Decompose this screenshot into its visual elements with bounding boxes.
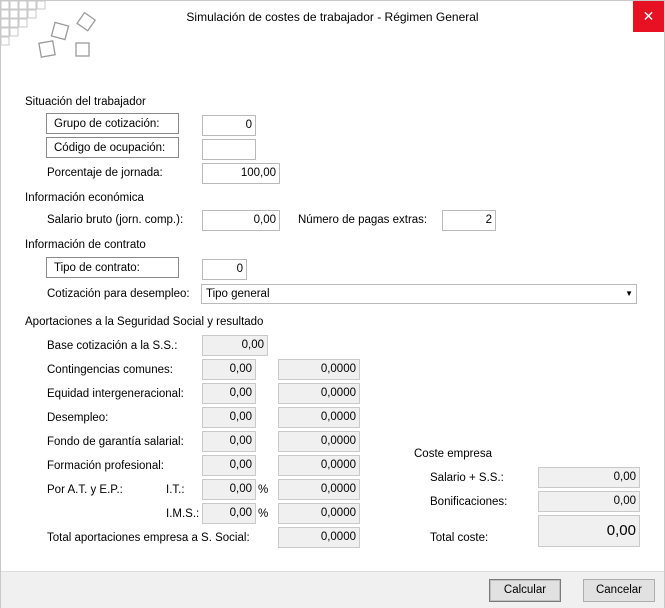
grupo-cotizacion-button[interactable]: Grupo de cotización: <box>46 113 179 134</box>
it-amount: 0,0000 <box>278 479 360 500</box>
it-label: I.T.: <box>166 484 185 496</box>
close-icon: ✕ <box>642 8 655 24</box>
salario-bruto-label: Salario bruto (jorn. comp.): <box>47 214 184 226</box>
ss-row-amount: 0,0000 <box>278 431 360 452</box>
tipo-contrato-button[interactable]: Tipo de contrato: <box>46 257 179 278</box>
ss-row-label: Contingencias comunes: <box>47 364 173 376</box>
section-worker: Situación del trabajador <box>25 96 146 108</box>
ss-row-label: Equidad intergeneracional: <box>47 388 184 400</box>
ss-row-label: Desempleo: <box>47 412 109 424</box>
cancelar-button[interactable]: Cancelar <box>583 579 655 602</box>
codigo-ocupacion-input[interactable] <box>202 139 256 160</box>
salario-ss-value: 0,00 <box>538 467 640 488</box>
calcular-button[interactable]: Calcular <box>489 579 561 602</box>
dialog-window: Simulación de costes de trabajador - Rég… <box>0 0 665 608</box>
total-aportaciones-value: 0,0000 <box>278 527 360 548</box>
it-pct-sign: % <box>258 484 269 496</box>
section-ss: Aportaciones a la Seguridad Social y res… <box>25 316 264 328</box>
at-ep-label: Por A.T. y E.P.: <box>47 484 123 496</box>
ss-row-label: Formación profesional: <box>47 460 164 472</box>
cotizacion-desempleo-label: Cotización para desempleo: <box>47 288 190 300</box>
salario-ss-label: Salario + S.S.: <box>430 472 504 484</box>
chevron-down-icon[interactable]: ▼ <box>625 285 633 303</box>
close-button[interactable]: ✕ <box>633 1 664 32</box>
ims-pct-sign: % <box>258 508 269 520</box>
base-cotizacion-value: 0,00 <box>202 335 268 356</box>
porcentaje-jornada-input[interactable]: 100,00 <box>202 163 280 184</box>
ss-row-pct: 0,00 <box>202 455 256 476</box>
ss-row-amount: 0,0000 <box>278 383 360 404</box>
total-aportaciones-label: Total aportaciones empresa a S. Social: <box>47 532 250 544</box>
tipo-contrato-input[interactable]: 0 <box>202 259 247 280</box>
window-title: Simulación de costes de trabajador - Rég… <box>186 10 479 24</box>
dialog-footer: Calcular Cancelar <box>1 571 664 608</box>
ims-label: I.M.S.: <box>166 508 200 520</box>
section-contract: Información de contrato <box>25 239 146 251</box>
ss-row-label: Fondo de garantía salarial: <box>47 436 184 448</box>
ims-amount: 0,0000 <box>278 503 360 524</box>
bonificaciones-value: 0,00 <box>538 491 640 512</box>
ss-row-amount: 0,0000 <box>278 455 360 476</box>
cotizacion-desempleo-value: Tipo general <box>206 288 270 300</box>
pagas-extras-label: Número de pagas extras: <box>298 214 428 226</box>
ss-row-pct: 0,00 <box>202 383 256 404</box>
salario-bruto-input[interactable]: 0,00 <box>202 210 280 231</box>
ims-pct: 0,00 <box>202 503 256 524</box>
porcentaje-jornada-label: Porcentaje de jornada: <box>47 167 163 179</box>
total-coste-label: Total coste: <box>430 532 489 544</box>
pagas-extras-input[interactable]: 2 <box>442 210 496 231</box>
section-cost: Coste empresa <box>414 448 492 460</box>
title-bar: Simulación de costes de trabajador - Rég… <box>1 1 664 58</box>
section-economic: Información económica <box>25 192 144 204</box>
it-pct: 0,00 <box>202 479 256 500</box>
cotizacion-desempleo-select[interactable]: Tipo general ▼ <box>201 284 637 304</box>
ss-row-pct: 0,00 <box>202 431 256 452</box>
ss-row-pct: 0,00 <box>202 359 256 380</box>
grupo-cotizacion-input[interactable]: 0 <box>202 115 256 136</box>
ss-row-amount: 0,0000 <box>278 359 360 380</box>
base-cotizacion-label: Base cotización a la S.S.: <box>47 340 178 352</box>
ss-row-pct: 0,00 <box>202 407 256 428</box>
total-coste-value: 0,00 <box>538 515 640 547</box>
codigo-ocupacion-button[interactable]: Código de ocupación: <box>46 137 179 158</box>
bonificaciones-label: Bonificaciones: <box>430 496 508 508</box>
ss-row-amount: 0,0000 <box>278 407 360 428</box>
